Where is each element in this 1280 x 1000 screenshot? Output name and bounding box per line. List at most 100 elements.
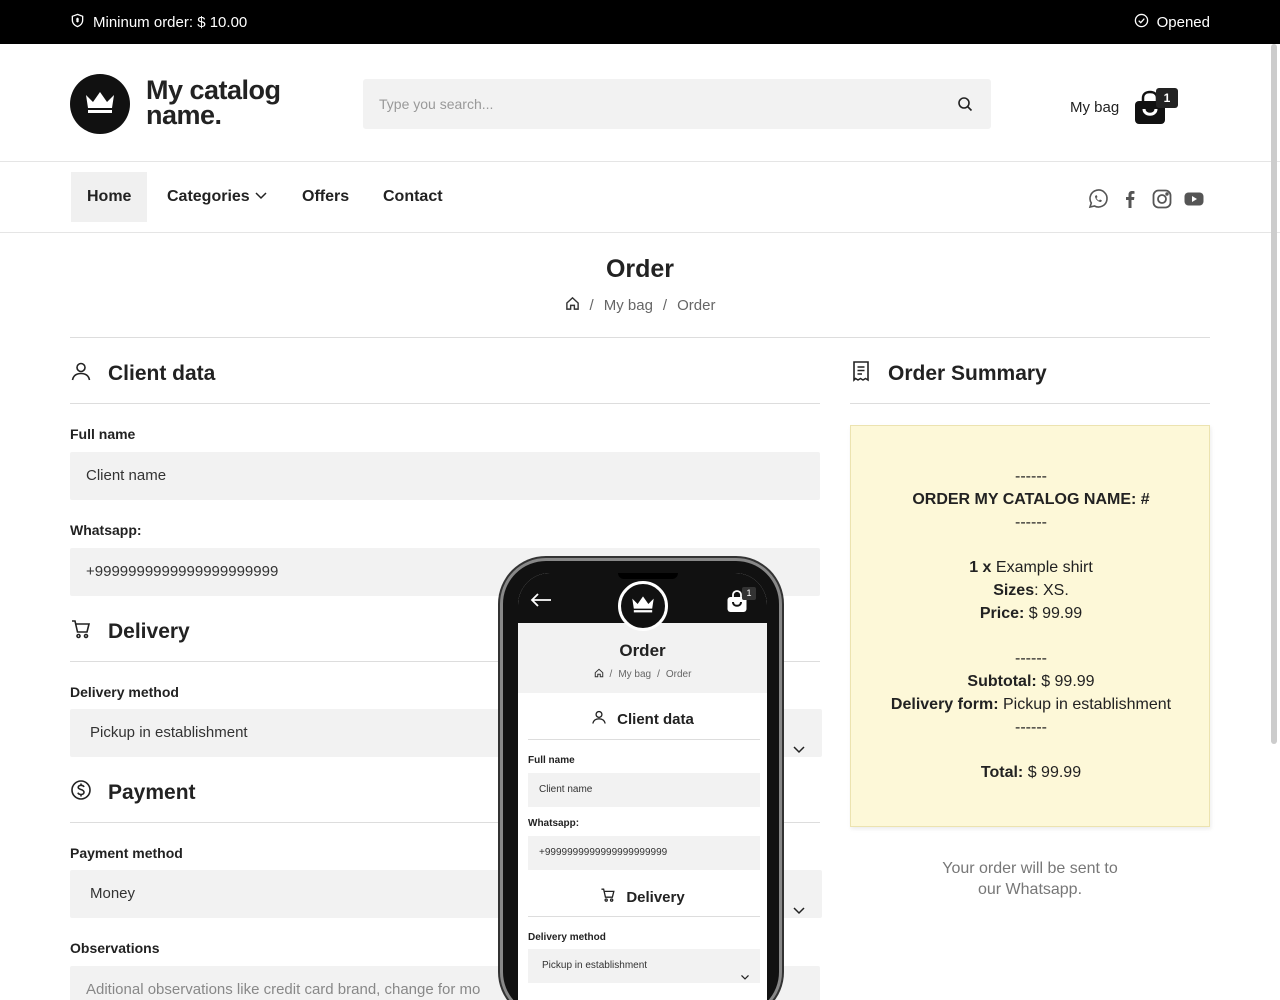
payment-method-label: Payment method xyxy=(70,845,183,861)
nav-contact[interactable]: Contact xyxy=(383,172,443,222)
order-summary-heading: Order Summary xyxy=(850,360,1047,388)
delivery-method-value: Pickup in establishment xyxy=(90,724,248,741)
order-note: Your order will be sent to our Whatsapp. xyxy=(900,858,1160,900)
youtube-icon[interactable] xyxy=(1183,188,1205,210)
divider xyxy=(528,739,760,740)
payment-heading: Payment xyxy=(70,779,196,807)
whatsapp-icon[interactable] xyxy=(1087,188,1109,210)
arrow-left-icon[interactable] xyxy=(530,593,552,607)
user-icon xyxy=(591,709,607,729)
nav-home-label: Home xyxy=(87,188,132,205)
phone-delivery-method-value: Pickup in establishment xyxy=(542,960,648,971)
order-summary-title: Order Summary xyxy=(888,362,1047,385)
breadcrumb-separator: / xyxy=(657,669,660,680)
phone-breadcrumb-bag[interactable]: My bag xyxy=(618,669,651,680)
cart-icon xyxy=(70,618,92,646)
receipt-dashes: ------ xyxy=(1015,514,1047,531)
receipt-dashes: ------ xyxy=(1015,719,1047,736)
nav-home[interactable]: Home xyxy=(71,172,148,222)
client-data-heading: Client data xyxy=(70,360,215,388)
instagram-icon[interactable] xyxy=(1151,188,1173,210)
receipt-delivery-form: Delivery form: Pickup in establishment xyxy=(890,696,1172,713)
phone-full-name-label: Full name xyxy=(528,755,575,766)
home-icon[interactable] xyxy=(565,296,580,315)
user-icon xyxy=(70,360,92,388)
phone-bag-count-badge: 1 xyxy=(742,587,756,600)
bag-label[interactable]: My bag xyxy=(1070,99,1119,116)
phone-whatsapp-value: +9999999999999999999999 xyxy=(539,847,668,858)
full-name-value: Client name xyxy=(86,467,167,484)
top-bar: Mininum order: $ 10.00 Opened xyxy=(0,0,1280,44)
phone-full-name-value: Client name xyxy=(539,784,593,795)
crown-icon xyxy=(83,89,117,120)
whatsapp-label: Whatsapp: xyxy=(70,522,142,538)
store-status: Opened xyxy=(1134,13,1210,32)
chevron-down-icon xyxy=(740,962,750,980)
phone-breadcrumb-current: Order xyxy=(665,669,692,680)
breadcrumb-separator: / xyxy=(589,297,594,314)
min-order-text: Mininum order: $ 10.00 xyxy=(93,14,248,31)
observations-label: Observations xyxy=(70,940,160,956)
logo-text[interactable]: My catalog name. xyxy=(146,77,281,130)
logo[interactable] xyxy=(70,74,130,134)
client-data-title: Client data xyxy=(108,362,216,385)
phone-mockup: 1 Order / My bag / Order Client data Ful xyxy=(500,558,782,1000)
chevron-down-icon xyxy=(254,172,268,222)
phone-breadcrumb: / My bag / Order xyxy=(518,668,767,681)
phone-full-name-field[interactable]: Client name xyxy=(528,773,760,807)
receipt-order-title: ORDER MY CATALOG NAME: # xyxy=(912,491,1150,508)
phone-notch xyxy=(618,573,678,579)
check-circle-icon xyxy=(1134,13,1149,32)
full-name-field[interactable]: Client name xyxy=(70,452,820,500)
delivery-heading: Delivery xyxy=(70,618,190,646)
phone-client-data-heading: Client data xyxy=(518,709,767,729)
divider xyxy=(70,337,1210,338)
receipt-price: Price: $ 99.99 xyxy=(979,605,1083,622)
nav-offers[interactable]: Offers xyxy=(302,172,349,222)
breadcrumb-bag[interactable]: My bag xyxy=(604,297,653,314)
breadcrumb-separator: / xyxy=(609,669,613,680)
logo-line-2: name. xyxy=(146,100,222,130)
phone-whatsapp-field[interactable]: +9999999999999999999999 xyxy=(528,836,760,870)
facebook-icon[interactable] xyxy=(1119,188,1141,210)
breadcrumb-separator: / xyxy=(662,297,668,314)
breadcrumb-current: Order xyxy=(677,297,716,314)
phone-delivery-method-select[interactable]: Pickup in establishment xyxy=(528,949,760,983)
phone-delivery-method-label: Delivery method xyxy=(528,932,606,943)
page-title: Order xyxy=(605,255,675,283)
nav-offers-label: Offers xyxy=(302,188,350,205)
phone-logo[interactable] xyxy=(618,581,668,631)
bag-count-badge: 1 xyxy=(1156,88,1178,108)
receipt-total: Total: $ 99.99 xyxy=(980,764,1082,781)
divider xyxy=(528,916,760,917)
phone-delivery-heading: Delivery xyxy=(518,887,767,907)
main-nav: Home Categories Offers Contact xyxy=(0,163,1280,233)
min-order-notice: Mininum order: $ 10.00 xyxy=(70,13,247,32)
delivery-title: Delivery xyxy=(108,620,190,643)
receipt-item: 1 x Example shirt xyxy=(969,559,1093,576)
receipt-icon xyxy=(850,360,872,388)
cart-icon xyxy=(600,887,616,907)
nav-categories[interactable]: Categories xyxy=(167,172,268,222)
receipt-sizes: Sizes: XS. xyxy=(993,582,1069,599)
store-status-text: Opened xyxy=(1156,14,1210,31)
delivery-method-label: Delivery method xyxy=(70,684,179,700)
whatsapp-value: +9999999999999999999999 xyxy=(86,563,279,580)
receipt-dashes: ------ xyxy=(1015,650,1047,667)
order-receipt: ------ ORDER MY CATALOG NAME: # ------ 1… xyxy=(850,425,1210,827)
crown-icon xyxy=(630,594,656,619)
search-input[interactable] xyxy=(363,79,943,129)
payment-title: Payment xyxy=(108,781,196,804)
phone-page-title: Order xyxy=(619,641,666,660)
phone-screen: 1 Order / My bag / Order Client data Ful xyxy=(518,573,767,1000)
home-icon[interactable] xyxy=(594,668,604,681)
shield-icon xyxy=(70,13,85,32)
dollar-circle-icon xyxy=(70,779,92,807)
breadcrumb: / My bag / Order xyxy=(0,296,1280,315)
receipt-subtotal: Subtotal: $ 99.99 xyxy=(967,673,1095,690)
chevron-down-icon xyxy=(792,727,806,754)
page-scrollbar[interactable] xyxy=(1271,44,1277,744)
phone-whatsapp-label: Whatsapp: xyxy=(528,818,580,829)
search-icon[interactable] xyxy=(957,96,973,112)
nav-contact-label: Contact xyxy=(383,188,443,205)
